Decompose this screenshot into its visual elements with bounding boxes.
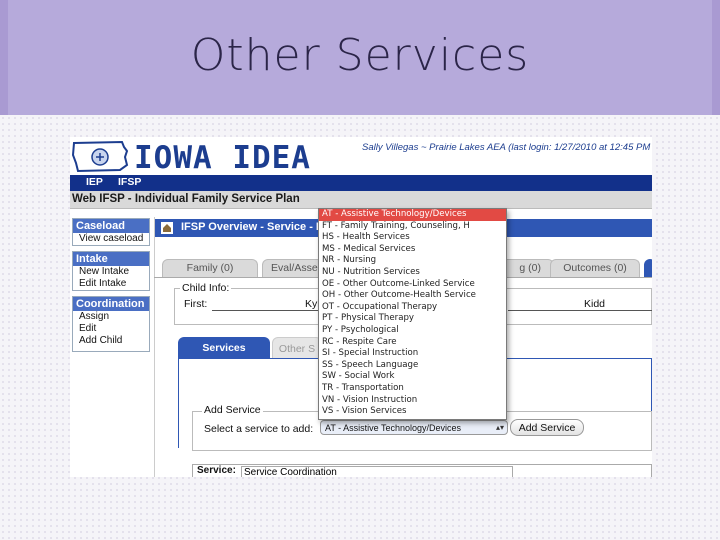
dropdown-option[interactable]: OH - Other Outcome-Health Service [319,290,506,302]
sidebar-item-new-intake[interactable]: New Intake [73,266,149,278]
select-arrows-icon: ▴▾ [495,423,504,432]
home-icon[interactable] [161,222,173,234]
dropdown-option[interactable]: NR - Nursing [319,255,506,267]
dropdown-option[interactable]: TR - Transportation [319,383,506,395]
add-service-prompt: Select a service to add: [204,423,314,435]
app-banner: IOWA IDEA Sally Villegas ~ Prairie Lakes… [70,137,652,176]
sidebar-heading: Caseload [73,219,149,233]
service-row: Service: Service Coordination [192,464,652,477]
user-info: Sally Villegas ~ Prairie Lakes AEA (last… [362,142,651,153]
page-title: Web IFSP - Individual Family Service Pla… [72,193,300,205]
tab-outcomes[interactable]: Outcomes (0) [550,259,640,277]
tab-eval-assessment[interactable]: Eval/Asses [262,259,324,277]
nav-ifsp[interactable]: IFSP [118,176,141,188]
tab-active-edge[interactable] [644,259,652,277]
sidebar-item-assign[interactable]: Assign [73,311,149,323]
sidebar-coordination: Coordination Assign Edit Add Child [72,296,150,352]
dropdown-option[interactable]: MS - Medical Services [319,244,506,256]
service-dropdown-list[interactable]: AT - Assistive Technology/Devices FT - Fa… [318,208,507,420]
first-name-underline [212,310,324,311]
dropdown-option[interactable]: VS - Vision Services [319,406,506,418]
dropdown-option[interactable]: NU - Nutrition Services [319,267,506,279]
dropdown-option[interactable]: SS - Speech Language [319,360,506,372]
tab-family[interactable]: Family (0) [162,259,258,277]
last-name-underline [508,310,652,311]
dropdown-option[interactable]: VN - Vision Instruction [319,395,506,407]
dropdown-option[interactable]: AT - Assistive Technology/Devices [319,209,506,221]
service-row-field[interactable]: Service Coordination [241,466,513,477]
sidebar-caseload: Caseload View caseload [72,218,150,246]
add-service-button[interactable]: Add Service [510,419,584,436]
first-name-label: First: [184,298,208,310]
last-name-value: Kidd [584,298,606,310]
dropdown-option[interactable]: OE - Other Outcome-Linked Service [319,279,506,291]
service-select-value: AT - Assistive Technology/Devices [325,423,462,433]
dropdown-option[interactable]: HS - Health Services [319,232,506,244]
service-select[interactable]: AT - Assistive Technology/Devices ▴▾ [320,420,508,435]
tab-other-services[interactable]: Other S [272,337,322,359]
dropdown-option[interactable]: RC - Respite Care [319,337,506,349]
brand-name: IOWA IDEA [134,140,311,176]
sidebar-item-edit-intake[interactable]: Edit Intake [73,278,149,290]
service-row-label: Service: [197,465,236,476]
dropdown-option[interactable]: PY - Psychological [319,325,506,337]
sidebar-intake: Intake New Intake Edit Intake [72,251,150,291]
nav-iep[interactable]: IEP [86,176,103,188]
sidebar-heading: Intake [73,252,149,266]
sidebar-heading: Coordination [73,297,149,311]
sidebar-item-add-child[interactable]: Add Child [73,335,149,347]
slide-title: Other Services [190,30,530,81]
panel-title: IFSP Overview - Service - E [181,221,324,233]
dropdown-option[interactable]: PT - Physical Therapy [319,313,506,325]
sidebar-item-view-caseload[interactable]: View caseload [73,233,149,245]
dropdown-option[interactable]: SI - Special Instruction [319,348,506,360]
dropdown-option[interactable]: OT - Occupational Therapy [319,302,506,314]
top-nav: IEP IFSP [70,175,652,191]
child-info-legend: Child Info: [180,282,232,294]
dropdown-option[interactable]: FT - Family Training, Counseling, H [319,221,506,233]
page-title-bar: Web IFSP - Individual Family Service Pla… [70,191,652,209]
dropdown-option[interactable]: SW - Social Work [319,371,506,383]
tab-services[interactable]: Services [178,337,270,359]
add-service-legend: Add Service [202,404,263,416]
iowa-logo-icon [71,140,129,173]
sidebar-item-edit[interactable]: Edit [73,323,149,335]
